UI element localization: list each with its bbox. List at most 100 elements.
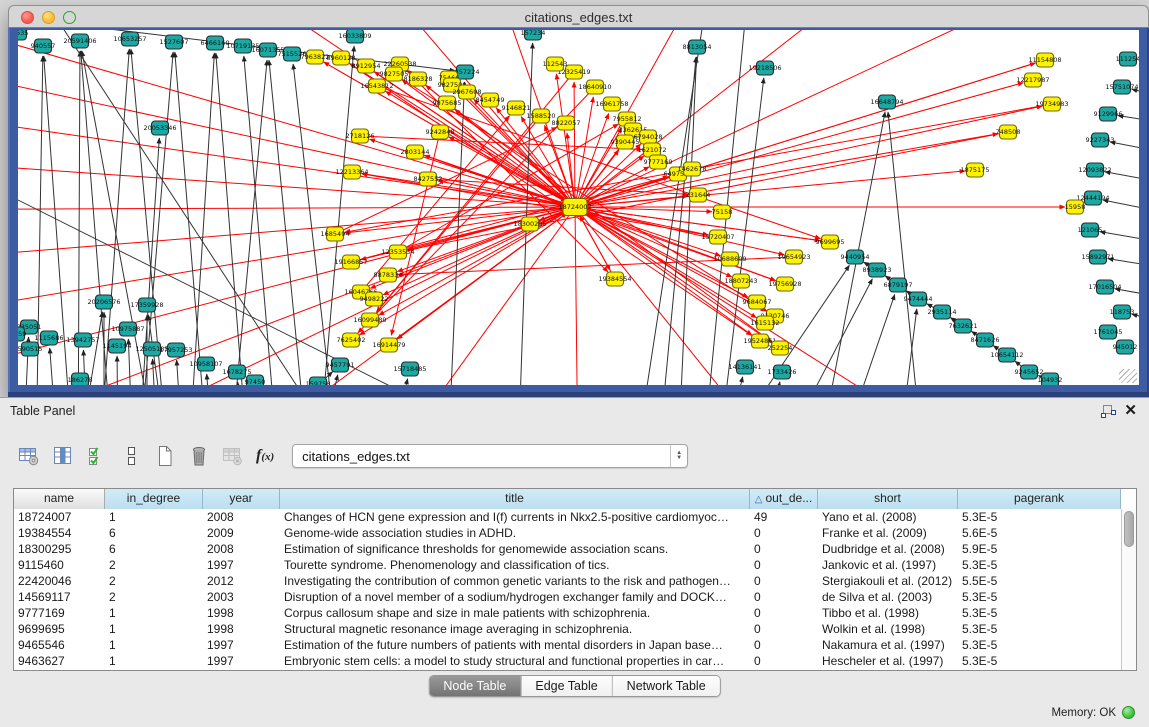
graph-node[interactable]: 15892971 — [1081, 250, 1114, 264]
column-header-short[interactable]: short — [818, 489, 958, 509]
table-row[interactable]: 969969511998Structural magnetic resonanc… — [14, 621, 1121, 637]
edge[interactable] — [117, 356, 118, 385]
graph-node[interactable]: 6466160 — [201, 36, 230, 50]
edge[interactable] — [888, 112, 923, 385]
graph-node[interactable]: 1145194 — [103, 339, 132, 353]
graph-node[interactable]: 157234 — [521, 30, 546, 40]
table-select-dropdown[interactable]: citations_edges.txt ▲▼ — [292, 444, 688, 468]
graph-node[interactable]: 12093822 — [1078, 163, 1111, 177]
column-header-pagerank[interactable]: pagerank — [958, 489, 1121, 509]
table-row[interactable]: 946554611997Estimation of the future num… — [14, 637, 1121, 653]
graph-node[interactable]: 8938923 — [863, 263, 892, 277]
edge[interactable] — [293, 64, 338, 385]
graph-node[interactable]: 945012 — [1113, 340, 1138, 354]
graph-node[interactable]: 590515 — [18, 342, 42, 356]
graph-node[interactable]: 9129966 — [1094, 107, 1123, 121]
graph-node[interactable]: 15718485 — [393, 362, 426, 376]
graph-node[interactable]: 121065 — [1078, 223, 1103, 237]
edge[interactable] — [388, 379, 408, 385]
selected-node[interactable]: 2803144 — [401, 145, 430, 159]
graph-node[interactable]: 1527607 — [160, 35, 189, 49]
column-header-out_de[interactable]: △out_de... — [750, 489, 818, 509]
selected-node[interactable]: 9875685 — [433, 96, 462, 110]
column-header-name[interactable]: name — [14, 489, 105, 509]
selected-node[interactable]: 12217987 — [1016, 73, 1049, 87]
selected-edge[interactable] — [58, 207, 575, 385]
edge[interactable] — [188, 53, 214, 385]
graph-node[interactable]: 8813054 — [683, 40, 712, 54]
selected-node[interactable]: 748508 — [996, 125, 1021, 139]
selected-node[interactable]: 19756928 — [768, 277, 801, 291]
tab-edge-table[interactable]: Edge Table — [520, 676, 611, 696]
selected-edge[interactable] — [575, 30, 1038, 207]
graph-node[interactable]: 15751074 — [1105, 80, 1138, 94]
citation-network-graph[interactable]: 9405572059140610653257152760764661601071… — [18, 30, 1139, 385]
graph-node[interactable]: 186278 — [68, 373, 93, 385]
graph-node[interactable]: 14136141 — [728, 360, 761, 374]
column-header-title[interactable]: title — [280, 489, 750, 509]
graph-node[interactable]: 10654112 — [990, 348, 1023, 362]
rows-icon[interactable] — [116, 441, 146, 471]
graph-node[interactable]: 8471626 — [971, 333, 1000, 347]
table-row[interactable]: 1872400712008Changes of HCN gene express… — [14, 509, 1121, 525]
selected-node[interactable]: 16961758 — [595, 97, 628, 111]
edge[interactable] — [1100, 232, 1139, 245]
select-columns-icon[interactable] — [82, 441, 112, 471]
table-row[interactable]: 946362711997Embryonic stem cells: a mode… — [14, 653, 1121, 669]
selected-edge[interactable] — [575, 207, 778, 385]
edge[interactable] — [207, 374, 213, 385]
delete-icon[interactable] — [184, 441, 214, 471]
edge[interactable] — [216, 53, 248, 385]
selected-node[interactable]: 7625402 — [337, 333, 366, 347]
selected-node[interactable]: 112543 — [543, 57, 568, 71]
edge[interactable] — [1103, 200, 1139, 215]
selected-node[interactable]: 19384554 — [598, 272, 631, 286]
selected-edge[interactable] — [575, 83, 1023, 207]
graph-node[interactable]: 9457791 — [326, 358, 355, 372]
edge[interactable] — [228, 60, 267, 385]
graph-node[interactable]: 9440954 — [841, 250, 870, 264]
selected-node[interactable]: 231644 — [686, 188, 711, 202]
table-row[interactable]: 977716911998Corpus callosum shape and si… — [14, 605, 1121, 621]
column-visibility-icon[interactable] — [48, 441, 78, 471]
table-row[interactable]: 2242004622012Investigating the contribut… — [14, 573, 1121, 589]
selected-node[interactable]: 18640910 — [578, 80, 611, 94]
hub-node[interactable]: 18724007 — [558, 199, 591, 216]
table-row[interactable]: 1456911722003Disruption of a novel membe… — [14, 589, 1121, 605]
column-header-year[interactable]: year — [203, 489, 280, 509]
canvas-resize-grip[interactable] — [1119, 369, 1137, 383]
graph-node[interactable]: 9227343 — [1086, 133, 1115, 147]
selected-node[interactable]: 19166857 — [334, 255, 367, 269]
new-document-icon[interactable] — [150, 441, 180, 471]
selected-node[interactable]: 8878334 — [374, 268, 403, 282]
graph-node[interactable]: 111254 — [1116, 52, 1139, 66]
function-builder-icon[interactable]: f(x) — [256, 447, 274, 465]
table-row[interactable]: 1830029562008Estimation of significance … — [14, 541, 1121, 557]
edge[interactable] — [177, 360, 183, 385]
column-header-in_degree[interactable]: in_degree — [105, 489, 203, 509]
selected-edge[interactable] — [575, 207, 748, 297]
network-canvas[interactable]: 9405572059140610653257152760764661601071… — [18, 30, 1139, 385]
edge[interactable] — [244, 56, 278, 385]
table-row[interactable]: 1938455462009Genome-wide association stu… — [14, 525, 1121, 541]
graph-node[interactable]: 13942757 — [66, 333, 99, 347]
tab-node-table[interactable]: Node Table — [429, 676, 520, 696]
selected-node[interactable]: 2718126 — [346, 129, 375, 143]
edge[interactable] — [50, 348, 58, 385]
graph-node[interactable]: 118753 — [1110, 305, 1135, 319]
edge[interactable] — [269, 60, 308, 385]
graph-node[interactable]: 10653257 — [113, 32, 146, 46]
selected-node[interactable]: 11154808 — [1028, 53, 1061, 67]
graph-node[interactable]: 2935114 — [928, 305, 957, 319]
graph-node[interactable]: 16033809 — [338, 30, 371, 43]
selected-edge[interactable] — [178, 30, 575, 207]
selected-edge[interactable] — [378, 207, 575, 385]
scrollbar-thumb[interactable] — [1124, 511, 1134, 547]
graph-node[interactable]: 20206576 — [87, 295, 120, 309]
close-panel-icon[interactable]: ✕ — [1124, 401, 1137, 419]
graph-node[interactable]: 17359928 — [130, 298, 163, 312]
vertical-scrollbar[interactable] — [1121, 509, 1136, 670]
graph-node[interactable]: 10975887 — [111, 322, 144, 336]
graph-node[interactable]: 7632621 — [949, 319, 978, 333]
selected-node[interactable]: 252254 — [768, 341, 793, 355]
